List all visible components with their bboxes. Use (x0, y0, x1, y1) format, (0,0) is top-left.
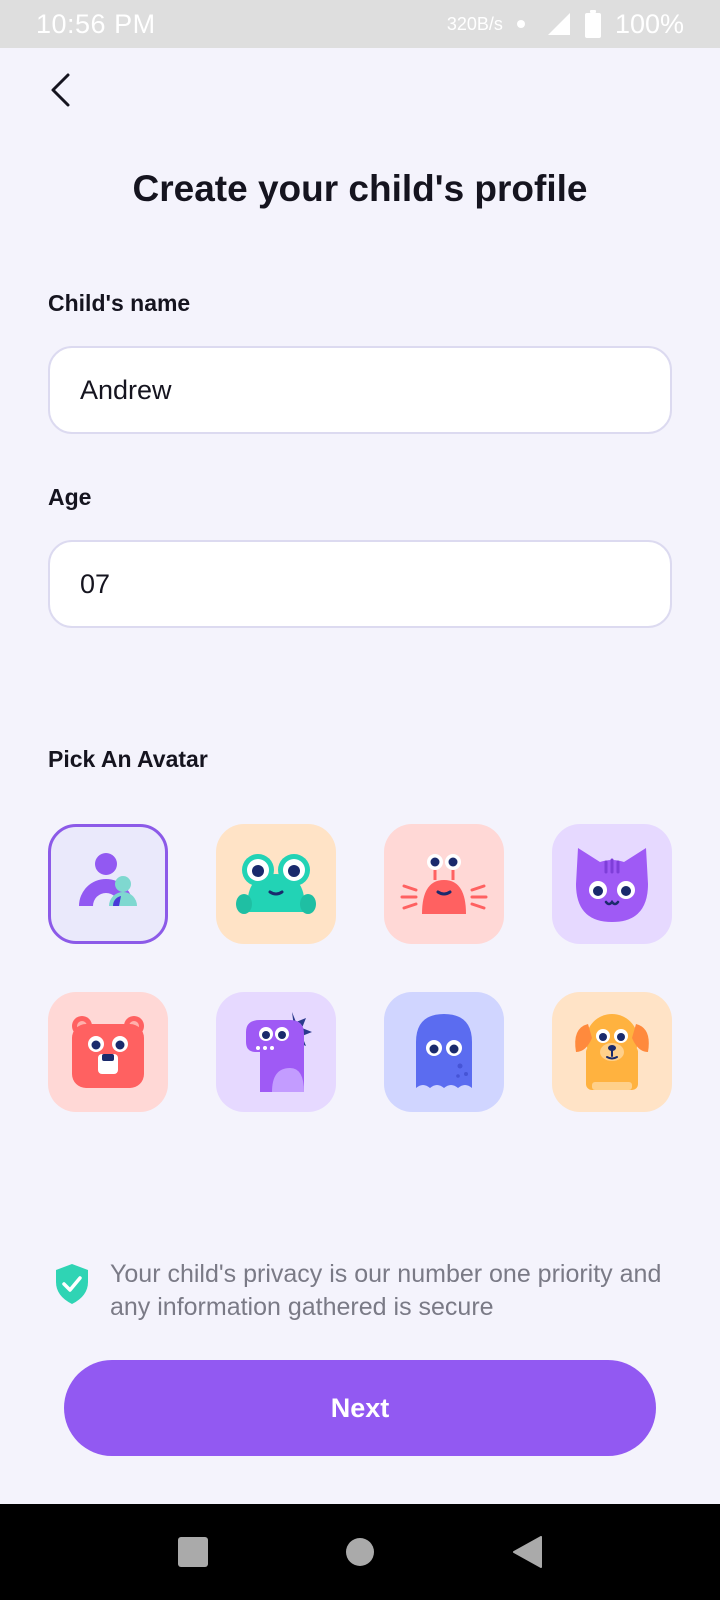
avatar-option-bear[interactable] (48, 992, 168, 1112)
bear-avatar-icon (72, 1016, 144, 1088)
signal-icon (547, 13, 570, 35)
ghost-avatar-icon (416, 1014, 472, 1088)
home-button[interactable] (340, 1532, 380, 1572)
avatar-option-dog[interactable] (552, 992, 672, 1112)
avatar-option-crab[interactable] (384, 824, 504, 944)
network-speed: 320B/s (446, 13, 503, 34)
child-name-input[interactable] (48, 346, 672, 434)
avatar-section-label: Pick An Avatar (48, 746, 208, 772)
back-button[interactable] (40, 70, 80, 110)
privacy-note: Your child's privacy is our number one p… (52, 1258, 682, 1324)
dog-avatar-icon (575, 1014, 649, 1090)
age-label: Age (48, 484, 92, 510)
battery-icon (584, 10, 601, 38)
square-icon (178, 1537, 209, 1567)
page-title: Create your child's profile (132, 168, 588, 209)
avatar-option-cat[interactable] (552, 824, 672, 944)
avatar-option-family[interactable] (48, 824, 168, 944)
avatar-option-frog[interactable] (216, 824, 336, 944)
age-input[interactable] (48, 540, 672, 628)
recent-apps-button[interactable] (173, 1532, 213, 1572)
privacy-text: Your child's privacy is our number one p… (110, 1260, 662, 1321)
next-button[interactable]: Next (64, 1360, 656, 1456)
cat-avatar-icon (576, 848, 648, 922)
circle-icon (345, 1538, 374, 1566)
battery-percentage: 100% (614, 8, 684, 39)
crab-avatar-icon (400, 854, 488, 914)
status-icons: 320B/s 100% (447, 9, 684, 40)
status-bar: 10:56 PM 320B/s 100% (0, 0, 720, 48)
triangle-back-icon (512, 1536, 542, 1568)
status-time: 10:56 PM (36, 8, 156, 39)
frog-avatar-icon (236, 854, 316, 914)
family-avatar-icon (79, 853, 137, 906)
shield-check-icon (56, 1264, 88, 1304)
system-back-button[interactable] (507, 1532, 547, 1572)
avatar-option-dino[interactable] (216, 992, 336, 1112)
chevron-left-icon (51, 73, 70, 107)
name-label: Child's name (48, 290, 191, 316)
notification-dot-icon (516, 20, 525, 28)
dino-avatar-icon (246, 1012, 312, 1092)
avatar-option-ghost[interactable] (384, 992, 504, 1112)
system-nav-bar (0, 1504, 720, 1600)
